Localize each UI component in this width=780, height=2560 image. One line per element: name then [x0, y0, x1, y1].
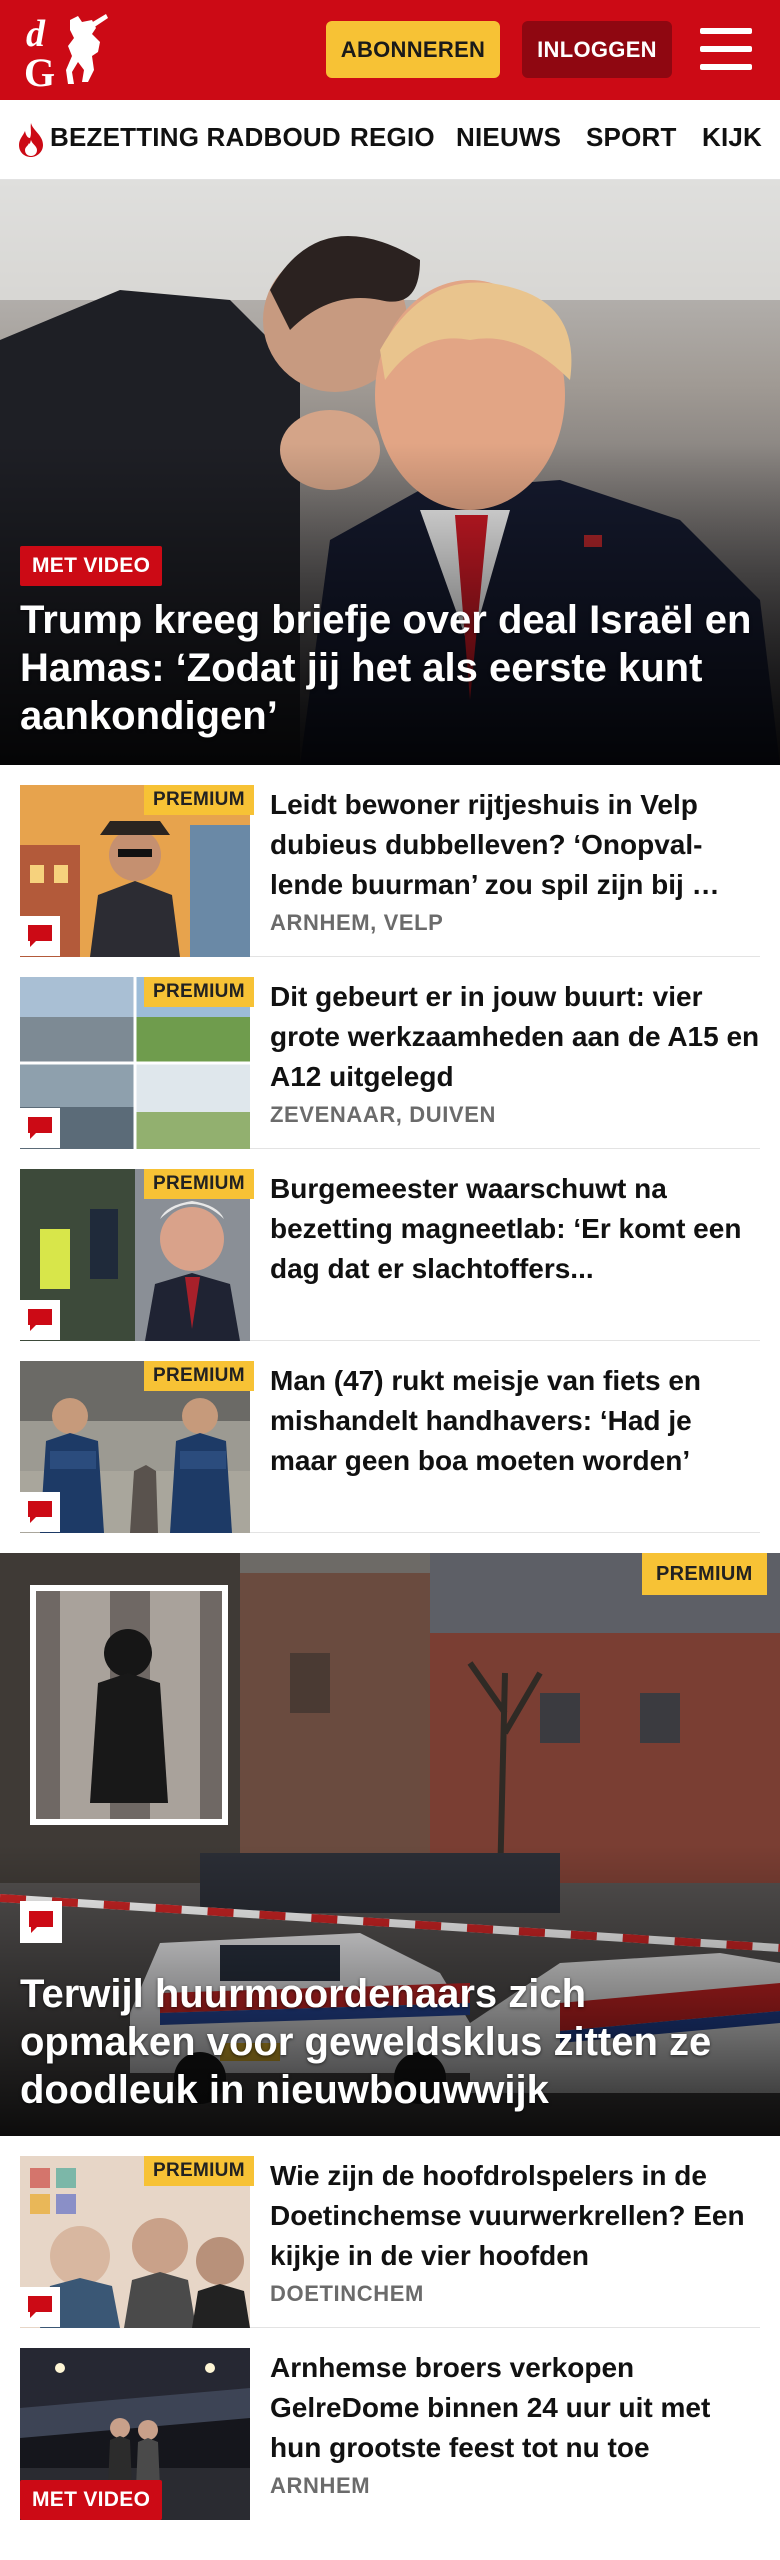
featured-article[interactable]: PREMIUM Terwijl huurmoordenaars zich opm… [0, 1553, 780, 2136]
premium-badge: PREMIUM [144, 2156, 254, 2186]
svg-text:G: G [24, 50, 55, 90]
article-headline[interactable]: Man (47) rukt meisje van fiets en mishan… [270, 1361, 760, 1481]
comment-icon [20, 1300, 60, 1340]
svg-text:d: d [26, 13, 46, 55]
article-location: DOETINCHEM [270, 2281, 424, 2306]
article-location: ZEVENAAR, DUIVEN [270, 1102, 496, 1127]
list-item[interactable]: PREMIUM Wie zijn de hoofdrolspelers in d… [20, 2136, 760, 2328]
nav-item-kijk[interactable]: KIJK [702, 122, 762, 153]
comment-icon [20, 1108, 60, 1148]
video-badge: MET VIDEO [20, 546, 163, 586]
article-headline[interactable]: Leidt bewoner rijtjeshuis in Velp dubieu… [270, 785, 760, 905]
flame-icon [16, 122, 46, 158]
nav-item-regio[interactable]: REGIO [350, 122, 435, 153]
list-item[interactable]: PREMIUM Dit gebeurt er in jouw buurt: vi… [20, 957, 760, 1149]
premium-badge: PREMIUM [144, 1169, 254, 1199]
article-headline[interactable]: Dit gebeurt er in jouw buurt: vier grote… [270, 977, 760, 1097]
list-item[interactable]: MET VIDEO Arnhemse broers verkopen Gelre… [20, 2328, 760, 2528]
comment-icon [20, 1492, 60, 1532]
hero-headline[interactable]: Trump kreeg briefje over deal Israël en … [20, 596, 760, 740]
comment-icon [20, 1901, 62, 1943]
video-badge: MET VIDEO [20, 2480, 163, 2520]
featured-headline[interactable]: Terwijl huurmoordenaars zich opmaken voo… [20, 1970, 760, 2114]
premium-badge: PREMIUM [144, 1361, 254, 1391]
premium-badge: PREMIUM [642, 1553, 767, 1595]
main-nav: BEZETTING RADBOUD REGIO NIEUWS SPORT KIJ… [0, 100, 780, 180]
premium-badge: PREMIUM [144, 785, 254, 815]
hero-article[interactable]: MET VIDEO Trump kreeg briefje over deal … [0, 180, 780, 765]
login-button[interactable]: INLOGGEN [522, 21, 672, 78]
top-header: d G ABONNEREN INLOGGEN [0, 0, 780, 100]
comment-icon [20, 2287, 60, 2327]
premium-badge: PREMIUM [144, 977, 254, 1007]
article-location: ARNHEM [270, 2473, 371, 2498]
comment-icon [20, 916, 60, 956]
article-headline[interactable]: Burgemeester waarschuwt na bezetting mag… [270, 1169, 760, 1289]
nav-item-nieuws[interactable]: NIEUWS [456, 122, 561, 153]
nav-item-sport[interactable]: SPORT [586, 122, 677, 153]
nav-item-bezetting-radboud[interactable]: BEZETTING RADBOUD [50, 122, 341, 153]
list-item[interactable]: PREMIUM Man (47) rukt meisje van fiets e… [20, 1341, 760, 1533]
hamburger-menu-icon[interactable] [700, 26, 752, 72]
list-item[interactable]: PREMIUM Leidt bewoner rijtjeshuis in Vel… [20, 765, 760, 957]
article-headline[interactable]: Wie zijn de hoofdrolspelers in de Doetin… [270, 2156, 760, 2276]
article-headline[interactable]: Arnhemse broers verkopen GelreDome binne… [270, 2348, 760, 2468]
list-item[interactable]: PREMIUM Burgemeester waarschuwt na bezet… [20, 1149, 760, 1341]
article-location: ARNHEM, VELP [270, 910, 444, 935]
dg-logo[interactable]: d G [22, 12, 114, 95]
subscribe-button[interactable]: ABONNEREN [326, 21, 500, 78]
